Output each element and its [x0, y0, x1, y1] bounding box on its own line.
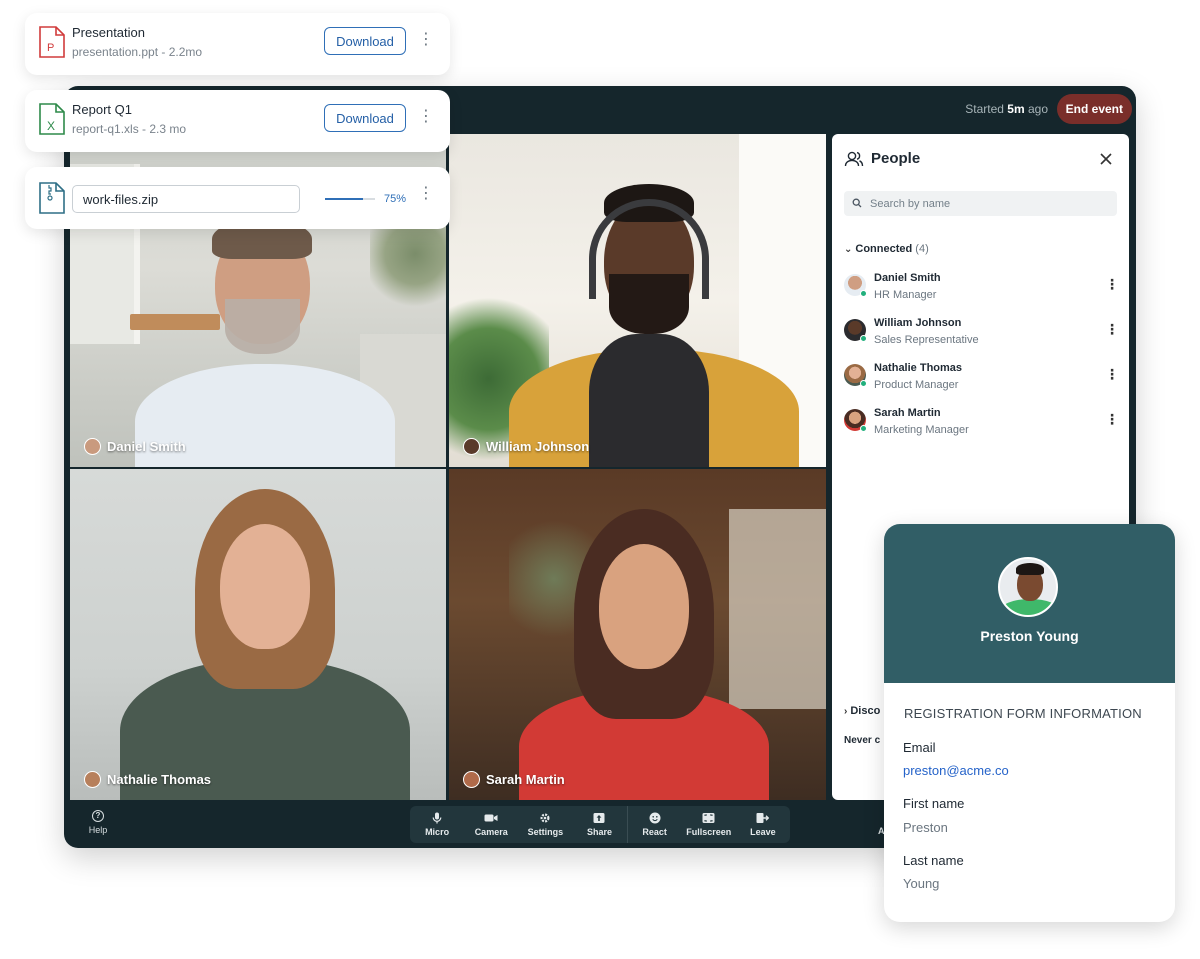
leave-icon	[756, 813, 770, 823]
avatar	[463, 771, 480, 788]
person-nathalie	[120, 489, 410, 800]
people-panel-title: People	[871, 150, 921, 167]
people-search	[844, 191, 1117, 216]
file-card-presentation: P Presentation presentation.ppt - 2.2mo …	[25, 13, 450, 75]
smiley-icon	[649, 812, 661, 824]
person-william	[509, 179, 799, 467]
gear-icon	[540, 813, 550, 823]
participant-row[interactable]: Sarah Martin Marketing Manager ⋮	[844, 403, 1119, 443]
more-options-icon[interactable]: ⋮	[418, 107, 434, 127]
call-toolbar: Micro Camera Settings Share React Fullsc…	[410, 806, 790, 843]
chevron-right-icon: ›	[844, 706, 848, 717]
more-options-icon[interactable]: ⋮	[1105, 321, 1119, 337]
file-card-report: X Report Q1 report-q1.xls - 2.3 mo Downl…	[25, 90, 450, 152]
more-options-icon[interactable]: ⋮	[1105, 411, 1119, 427]
last-name-value: Young	[903, 876, 940, 891]
online-status-dot	[860, 335, 867, 342]
started-timer: Started 5m ago	[965, 102, 1048, 116]
video-tile-nathalie[interactable]: Nathalie Thomas	[70, 469, 446, 800]
participant-row[interactable]: Daniel Smith HR Manager ⋮	[844, 268, 1119, 308]
upload-filename-field[interactable]	[72, 185, 300, 213]
disconnected-section-header[interactable]: › Disco	[844, 705, 880, 717]
tile-label: William Johnson	[463, 438, 589, 455]
upload-progress-text: 75%	[384, 193, 407, 205]
tile-label: Nathalie Thomas	[84, 771, 211, 788]
help-button[interactable]: ? Help	[86, 810, 110, 835]
close-icon[interactable]	[1097, 150, 1115, 168]
leave-button[interactable]: Leave	[736, 806, 790, 843]
ppt-file-icon: P	[39, 26, 65, 58]
field-label: Last name	[903, 853, 964, 868]
online-status-dot	[860, 380, 867, 387]
participant-row[interactable]: William Johnson Sales Representative ⋮	[844, 313, 1119, 353]
file-card-upload: 75% ⋮	[25, 167, 450, 229]
more-options-icon[interactable]: ⋮	[418, 184, 434, 204]
avatar	[84, 771, 101, 788]
svg-text:P: P	[47, 42, 54, 54]
micro-button[interactable]: Micro	[410, 806, 464, 843]
profile-header: Preston Young	[884, 524, 1175, 683]
profile-card: Preston Young REGISTRATION FORM INFORMAT…	[884, 524, 1175, 922]
video-tile-william[interactable]: William Johnson	[449, 134, 826, 467]
search-input[interactable]	[868, 191, 1108, 216]
settings-button[interactable]: Settings	[518, 806, 572, 843]
svg-text:X: X	[47, 119, 55, 133]
search-icon	[852, 198, 862, 208]
more-options-icon[interactable]: ⋮	[1105, 276, 1119, 292]
video-tile-sarah[interactable]: Sarah Martin	[449, 469, 826, 800]
share-screen-icon	[593, 813, 605, 823]
download-button[interactable]: Download	[324, 104, 406, 132]
share-button[interactable]: Share	[572, 806, 626, 843]
tile-label: Daniel Smith	[84, 438, 186, 455]
microphone-icon	[432, 812, 442, 824]
react-button[interactable]: React	[626, 806, 682, 843]
download-button[interactable]: Download	[324, 27, 406, 55]
upload-progress-fill	[325, 198, 363, 200]
field-label: First name	[903, 796, 965, 811]
more-options-icon[interactable]: ⋮	[1105, 366, 1119, 382]
online-status-dot	[860, 425, 867, 432]
person-daniel	[130, 214, 400, 467]
people-icon	[844, 151, 864, 167]
zip-file-icon	[39, 182, 65, 214]
avatar	[84, 438, 101, 455]
person-sarah	[519, 509, 769, 800]
participant-row[interactable]: Nathalie Thomas Product Manager ⋮	[844, 358, 1119, 398]
tile-label: Sarah Martin	[463, 771, 565, 788]
camera-button[interactable]: Camera	[464, 806, 518, 843]
xls-file-icon: X	[39, 103, 65, 135]
camera-icon	[484, 814, 498, 822]
avatar	[463, 438, 480, 455]
connected-section-header[interactable]: ⌄ Connected (4)	[844, 243, 929, 255]
email-value[interactable]: preston@acme.co	[903, 763, 1009, 778]
chevron-down-icon: ⌄	[844, 244, 853, 255]
online-status-dot	[860, 290, 867, 297]
avatar	[998, 557, 1058, 617]
fullscreen-icon	[702, 813, 715, 823]
end-event-button[interactable]: End event	[1056, 94, 1132, 124]
never-connected-text: Never c	[844, 735, 881, 746]
fullscreen-button[interactable]: Fullscreen	[682, 806, 736, 843]
first-name-value: Preston	[903, 820, 948, 835]
registration-section-title: REGISTRATION FORM INFORMATION	[904, 706, 1142, 721]
profile-name: Preston Young	[980, 628, 1079, 644]
upload-progress-bar	[325, 198, 375, 200]
field-label: Email	[903, 740, 936, 755]
more-options-icon[interactable]: ⋮	[418, 30, 434, 50]
help-icon: ?	[92, 810, 104, 822]
